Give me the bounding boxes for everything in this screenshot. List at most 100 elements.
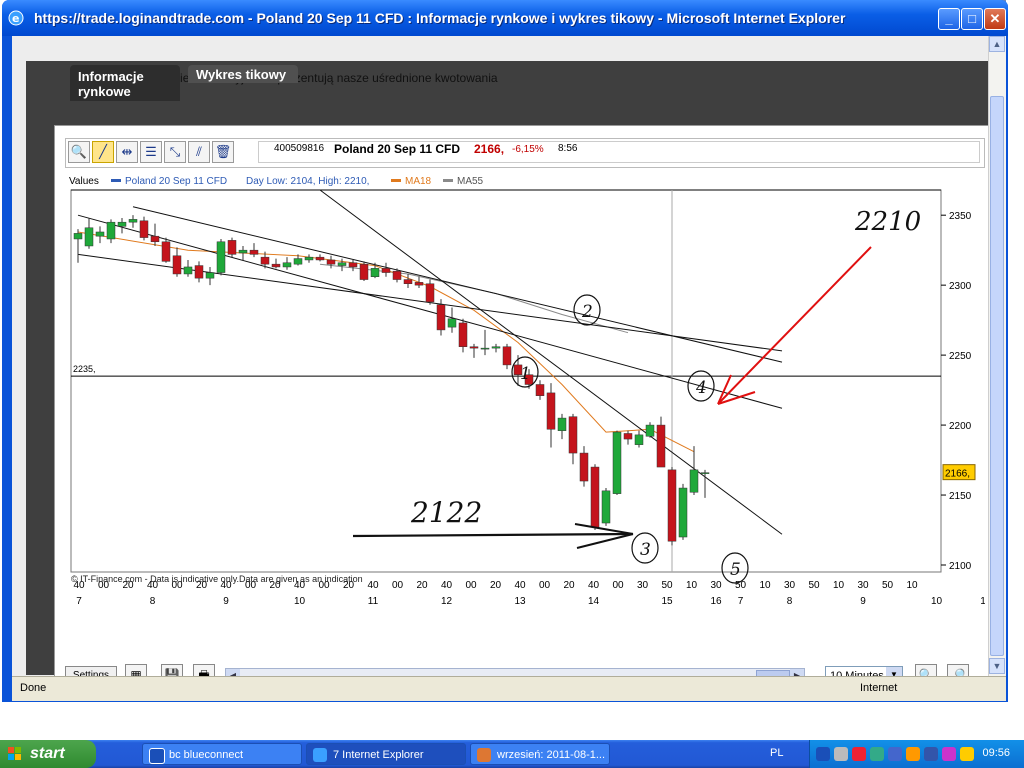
close-button[interactable]: ✕ [984, 8, 1006, 30]
x-tick-label: 30 [784, 580, 796, 591]
candle-body [359, 263, 369, 280]
excel-icon [477, 748, 491, 762]
start-button[interactable]: start [0, 740, 96, 768]
page-scroll-thumb[interactable] [990, 96, 1004, 656]
media-icon[interactable] [906, 747, 920, 761]
candle-body [436, 304, 446, 331]
legend-values-label: Values [69, 176, 99, 187]
candle-body [458, 322, 468, 347]
candle-body [260, 256, 270, 265]
fibonacci-tool-icon[interactable]: ☰ [140, 141, 162, 163]
quote-time: 8:56 [558, 143, 578, 154]
candle-body [546, 392, 556, 430]
x-tick-label: 50 [882, 580, 894, 591]
x-day-label: 11 [980, 596, 985, 607]
misc-tray-icon[interactable] [942, 747, 956, 761]
instrument-name: Poland 20 Sep 11 CFD [334, 142, 461, 156]
system-tray: 09:56 [809, 740, 1024, 768]
x-tick-label: 30 [637, 580, 649, 591]
scroll-down-icon[interactable]: ▼ [989, 658, 1005, 674]
candle-body [117, 221, 127, 227]
tab-tick-chart[interactable]: Wykres tikowy [188, 65, 298, 83]
candle-body [535, 384, 545, 396]
candle-body [601, 490, 611, 524]
candle-body [161, 241, 171, 262]
move-tool-icon[interactable]: ⤡ [164, 141, 186, 163]
candle-body [469, 346, 479, 349]
trash-icon[interactable]: 🗑 [212, 141, 234, 163]
x-tick-label: 20 [490, 580, 502, 591]
x-tick-label: 40 [441, 580, 453, 591]
task-label: 7 Internet Explorer [333, 749, 424, 761]
candle-body [381, 268, 391, 273]
x-day-label: 16 [710, 596, 722, 607]
candle-body [568, 416, 578, 454]
scroll-up-icon[interactable]: ▲ [989, 36, 1005, 52]
zoom-tool-icon[interactable]: 🔍 [68, 141, 90, 163]
x-tick-label: 10 [833, 580, 845, 591]
task-blueconnect[interactable]: bc blueconnect [142, 743, 302, 765]
candle-body [95, 231, 105, 237]
taskbar: start bc blueconnect 7 Internet Explorer… [0, 740, 1024, 768]
candle-body [700, 472, 710, 474]
candle-body [667, 469, 677, 542]
x-tick-label: 30 [857, 580, 869, 591]
messenger-icon[interactable] [888, 747, 902, 761]
trendline-tool-icon[interactable]: ╱ [92, 141, 114, 163]
candle-body [491, 346, 501, 349]
tab-market-info[interactable]: Informacje rynkowe [70, 65, 180, 101]
security-alert-icon[interactable] [852, 747, 866, 761]
status-bar: Done Internet [12, 676, 1006, 701]
y-tick-label: 2300 [949, 281, 972, 292]
legend-day-range: Day Low: 2104, High: 2210, [246, 176, 369, 187]
candle-body [623, 433, 633, 440]
status-text: Done [20, 682, 47, 694]
minimize-button[interactable]: _ [938, 8, 960, 30]
candle-body [656, 424, 666, 468]
candle-body [304, 256, 314, 261]
task-label: bc blueconnect [169, 749, 243, 761]
x-day-label: 10 [931, 596, 943, 607]
candle-body [150, 235, 160, 243]
network-icon[interactable] [834, 747, 848, 761]
x-tick-label: 20 [563, 580, 575, 591]
task-wrzesien[interactable]: wrzesień: 2011-08-1... [470, 743, 610, 765]
maximize-button[interactable]: □ [961, 8, 983, 30]
candle-body [579, 452, 589, 482]
task-internet-explorer[interactable]: 7 Internet Explorer [306, 743, 466, 765]
volume-icon[interactable] [960, 747, 974, 761]
candle-body [480, 347, 490, 350]
desktop-right-strip [1006, 0, 1024, 740]
candle-body [194, 265, 204, 279]
page-vertical-scrollbar[interactable]: ▲ ▼ [988, 36, 1006, 676]
horizontal-line-tool-icon[interactable]: ⇹ [116, 141, 138, 163]
language-indicator[interactable]: PL [770, 747, 783, 759]
candle-body [205, 272, 215, 279]
price-chart[interactable]: Values Poland 20 Sep 11 CFD Day Low: 210… [65, 172, 985, 658]
candle-body [282, 262, 292, 268]
wave-label-1: 1 [520, 364, 531, 384]
start-label: start [30, 745, 65, 762]
candle-body [678, 487, 688, 538]
y-tick-label: 2250 [949, 351, 972, 362]
x-tick-label: 10 [686, 580, 698, 591]
candle-body [557, 417, 567, 431]
bc-tray-icon[interactable] [816, 747, 830, 761]
channel-tool-icon[interactable]: ⫽ [188, 141, 210, 163]
annotation-2210: 2210 [854, 207, 921, 237]
app-tray-icon[interactable] [924, 747, 938, 761]
candle-body [315, 256, 325, 261]
hline-label: 2235, [73, 364, 96, 374]
updates-icon[interactable] [870, 747, 884, 761]
x-day-label: 9 [223, 596, 229, 607]
legend-ma18-swatch [391, 179, 401, 182]
candle-body [172, 255, 182, 275]
candle-body [183, 266, 193, 275]
title-bar[interactable]: e https://trade.loginandtrade.com - Pola… [2, 0, 1008, 36]
candle-body [216, 241, 226, 273]
y-tick-label: 2100 [949, 561, 972, 572]
x-day-label: 10 [294, 596, 306, 607]
chart-toolbar: 🔍 ╱ ⇹ ☰ ⤡ ⫽ 🗑 400509816 Poland 20 Sep 11… [65, 138, 985, 168]
security-zone: Internet [860, 682, 898, 694]
candle-body [348, 262, 358, 268]
